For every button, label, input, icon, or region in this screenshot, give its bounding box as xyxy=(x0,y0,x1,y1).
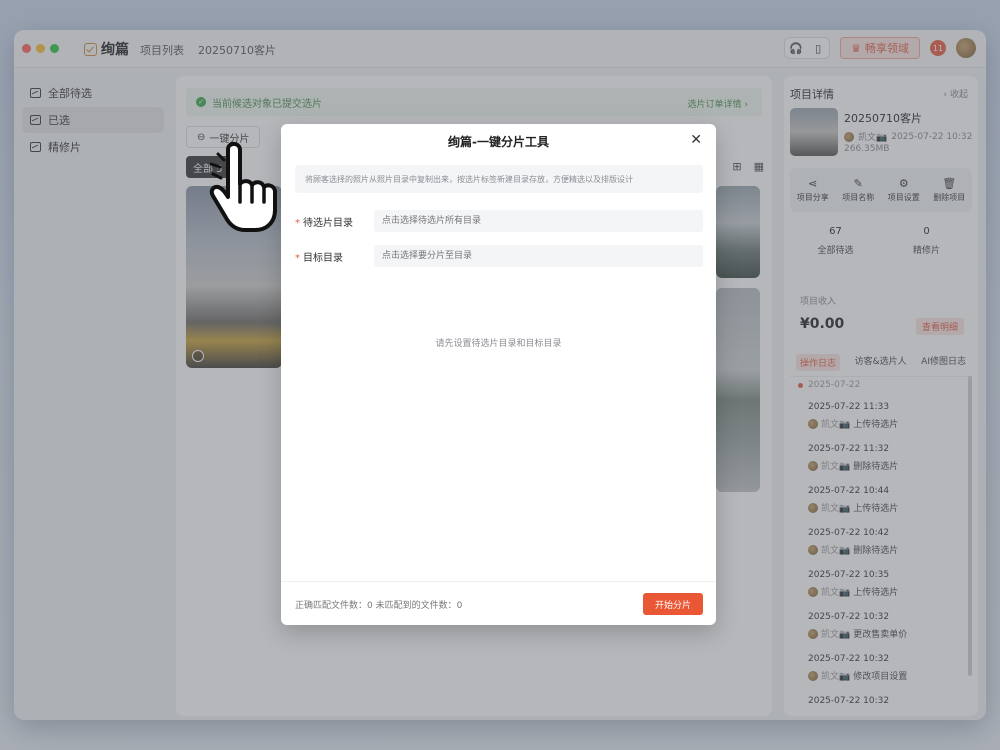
source-dir-row: * 待选片目录 xyxy=(295,210,703,232)
split-tool-dialog: 绚篇-一键分片工具 ✕ 将顾客选择的照片从照片目录中复制出来，按选片标签新建目录… xyxy=(281,124,716,625)
source-dir-input[interactable] xyxy=(374,210,703,232)
start-split-button[interactable]: 开始分片 xyxy=(643,593,703,615)
dialog-description: 将顾客选择的照片从照片目录中复制出来，按选片标签新建目录存放，方便精选以及排版设… xyxy=(295,165,703,193)
target-dir-row: * 目标目录 xyxy=(295,245,703,267)
dialog-title: 绚篇-一键分片工具 xyxy=(448,135,549,149)
target-dir-input[interactable] xyxy=(374,245,703,267)
close-icon[interactable]: ✕ xyxy=(690,132,702,148)
source-dir-label: * 待选片目录 xyxy=(295,217,353,229)
hand-pointer-cursor-icon xyxy=(209,141,277,232)
empty-state-text: 请先设置待选片目录和目标目录 xyxy=(435,339,562,349)
match-stats: 正确匹配文件数：0 未匹配到的文件数：0 xyxy=(295,601,463,611)
dialog-footer-divider xyxy=(281,581,716,582)
target-dir-label: * 目标目录 xyxy=(295,252,343,264)
